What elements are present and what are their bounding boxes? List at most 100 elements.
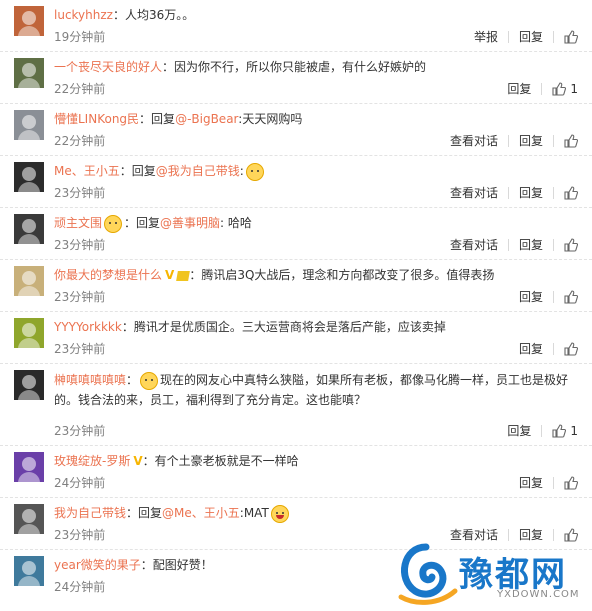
avatar[interactable] [14, 214, 44, 244]
like-thumb-icon[interactable] [564, 237, 579, 252]
action-divider [553, 30, 554, 43]
avatar[interactable] [14, 556, 44, 586]
comment-body: ：回复 [126, 506, 163, 520]
username-link[interactable]: 顽主文围 [54, 216, 102, 230]
like-thumb-icon[interactable] [552, 423, 567, 438]
username-link[interactable]: 玫瑰绽放-罗斯 [54, 454, 130, 468]
action-divider [541, 82, 543, 95]
like-count: 1 [570, 423, 578, 438]
watermark-subtitle: YXDOWN.COM [497, 589, 580, 600]
action-divider [553, 290, 554, 303]
reply-button[interactable]: 回复 [519, 28, 543, 45]
like-thumb-icon[interactable] [564, 341, 579, 356]
comment-body: ：因为你不行，所以你只能被虐，有什么好嫉妒的 [162, 60, 427, 74]
like-thumb-icon[interactable] [564, 29, 579, 44]
comment-item: YYYYorkkkk：腾讯才是优质国企。三大运营商将会是落后产能，应该卖掉 23分… [0, 312, 592, 364]
username-link[interactable]: year微笑的果子 [54, 558, 141, 572]
view-conversation-button[interactable]: 查看对话 [450, 184, 498, 201]
timestamp: 22分钟前 [54, 82, 106, 96]
doge-emoji-icon [245, 162, 264, 181]
like-thumb-icon[interactable] [564, 289, 579, 304]
mention-link[interactable]: @我为自己带钱 [156, 164, 240, 178]
comment-body: : [239, 164, 244, 178]
comment-text: 榊嗔嗔嗔嗔嗔： 现在的网友心中真特么狭隘，如果所有老板，都像马化腾一样，员工也是极… [54, 370, 578, 410]
reply-button[interactable]: 回复 [519, 184, 543, 201]
comment-text: 顽主文围 ：回复@善事明脑: 哈哈 [54, 214, 578, 233]
reply-button[interactable]: 回复 [507, 422, 531, 439]
reply-button[interactable]: 回复 [519, 236, 543, 253]
timestamp: 23分钟前 [54, 238, 106, 252]
action-divider [507, 134, 509, 147]
comment-text: luckyhhzz：人均36万。。 [54, 6, 578, 24]
report-button[interactable]: 举报 [474, 28, 498, 45]
comment-actions: 查看对话 回复 [450, 132, 579, 149]
comment-body: ：有个土豪老板就是不一样哈 [142, 454, 299, 468]
username-link[interactable]: 你最大的梦想是什么 [54, 268, 162, 282]
comment-actions: 回复 1 [507, 422, 578, 439]
reply-button[interactable]: 回复 [519, 132, 543, 149]
avatar[interactable] [14, 266, 44, 296]
username-link[interactable]: 一个丧尽天良的好人 [54, 60, 162, 74]
view-conversation-button[interactable]: 查看对话 [450, 132, 498, 149]
timestamp: 23分钟前 [54, 424, 106, 438]
avatar[interactable] [14, 452, 44, 482]
username-link[interactable]: 我为自己带钱 [54, 506, 126, 520]
comment-body: ：配图好赞！ [140, 558, 213, 572]
mention-link[interactable]: @-BigBear [175, 112, 238, 126]
username-link[interactable]: luckyhhzz [54, 8, 113, 22]
reply-button[interactable]: 回复 [507, 80, 531, 97]
comment-item: 懵懂LINKong民：回复@-BigBear:天天网购吗 22分钟前 查看对话 回复 [0, 104, 592, 156]
comment-body: ：回复 [139, 112, 176, 126]
mention-link[interactable]: @善事明脑 [160, 216, 220, 230]
action-divider [553, 476, 554, 489]
comment-text: 你最大的梦想是什么 V ：腾讯启3Q大战后，理念和方向都改变了很多。值得表扬 [54, 266, 578, 284]
comment-item: luckyhhzz：人均36万。。 19分钟前 举报 回复 [0, 0, 592, 52]
comment-text: Me、王小五：回复@我为自己带钱: [54, 162, 578, 181]
avatar[interactable] [14, 318, 44, 348]
comment-body: ：人均36万。。 [112, 8, 195, 22]
comment-actions: 举报 回复 [474, 28, 579, 45]
action-divider [553, 134, 554, 147]
username-link[interactable]: Me、王小五 [54, 164, 120, 178]
reply-button[interactable]: 回复 [519, 474, 543, 491]
vip-badge-icon [104, 214, 123, 233]
laugh-emoji-icon [270, 504, 289, 523]
reply-button[interactable]: 回复 [519, 340, 543, 357]
comment-body: ： [126, 373, 139, 387]
comment-body: :天天网购吗 [238, 112, 303, 126]
doge-emoji-icon [140, 371, 159, 390]
comment-body: :MAT [239, 506, 269, 520]
timestamp: 23分钟前 [54, 528, 106, 542]
avatar[interactable] [14, 504, 44, 534]
timestamp: 19分钟前 [54, 30, 106, 44]
action-divider [507, 186, 509, 199]
timestamp: 24分钟前 [54, 476, 106, 490]
comment-body: ：回复 [119, 164, 156, 178]
username-link[interactable]: 懵懂LINKong民 [54, 112, 139, 126]
avatar[interactable] [14, 162, 44, 192]
timestamp: 22分钟前 [54, 134, 106, 148]
comment-text: 玫瑰绽放-罗斯 V：有个土豪老板就是不一样哈 [54, 452, 578, 470]
like-thumb-icon[interactable] [552, 81, 567, 96]
like-thumb-icon[interactable] [564, 133, 579, 148]
username-link[interactable]: 榊嗔嗔嗔嗔嗔 [54, 373, 126, 387]
comment-item: 榊嗔嗔嗔嗔嗔： 现在的网友心中真特么狭隘，如果所有老板，都像马化腾一样，员工也是极… [0, 364, 592, 446]
comment-text: YYYYorkkkk：腾讯才是优质国企。三大运营商将会是落后产能，应该卖掉 [54, 318, 578, 336]
reply-button[interactable]: 回复 [519, 288, 543, 305]
like-thumb-icon[interactable] [564, 475, 579, 490]
avatar[interactable] [14, 110, 44, 140]
comment-actions: 回复 1 [507, 80, 578, 97]
site-watermark: 豫都网 YXDOWN.COM [387, 539, 592, 611]
comment-body: : 哈哈 [220, 216, 252, 230]
comment-actions: 回复 [519, 340, 579, 357]
like-thumb-icon[interactable] [564, 185, 579, 200]
action-divider [541, 424, 543, 437]
like-count: 1 [570, 81, 578, 96]
avatar[interactable] [14, 58, 44, 88]
view-conversation-button[interactable]: 查看对话 [450, 236, 498, 253]
avatar[interactable] [14, 6, 44, 36]
mention-link[interactable]: @Me、王小五 [162, 506, 240, 520]
avatar[interactable] [14, 370, 44, 400]
username-link[interactable]: YYYYorkkkk [54, 320, 122, 334]
comment-text: 一个丧尽天良的好人：因为你不行，所以你只能被虐，有什么好嫉妒的 [54, 58, 578, 76]
